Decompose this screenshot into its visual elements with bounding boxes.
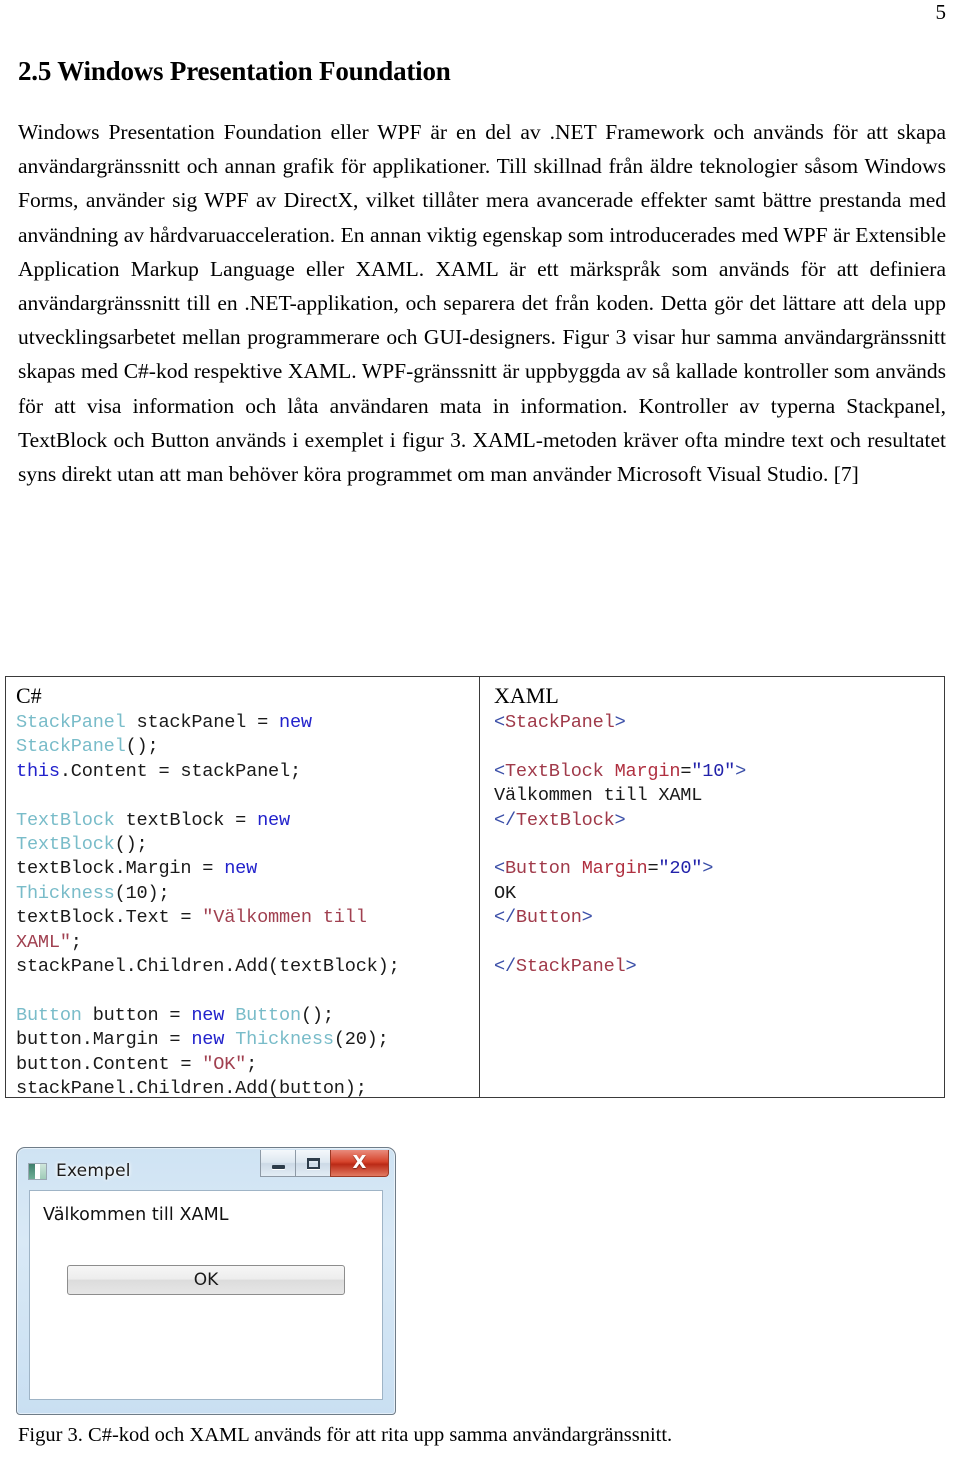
code-lang-label-csharp: C# — [16, 683, 42, 708]
body-paragraph: Windows Presentation Foundation eller WP… — [18, 120, 946, 487]
code-block-xaml: <StackPanel> <TextBlock Margin="10"> Väl… — [494, 712, 747, 978]
close-icon: X — [352, 1152, 367, 1173]
minimize-button[interactable] — [260, 1150, 296, 1177]
maximize-icon — [306, 1157, 320, 1169]
ok-button[interactable]: OK — [67, 1265, 345, 1295]
page-number: 5 — [935, 0, 947, 24]
app-icon — [28, 1162, 47, 1180]
code-comparison-table: C# StackPanel stackPanel = new StackPane… — [5, 676, 945, 1098]
maximize-button[interactable] — [295, 1150, 331, 1177]
minimize-icon — [271, 1164, 285, 1169]
page-title: 2.5 Windows Presentation Foundation — [18, 56, 451, 86]
window-title: Exempel — [56, 1161, 131, 1181]
code-cell-csharp: C# StackPanel stackPanel = new StackPane… — [6, 677, 480, 1097]
example-app-window: Exempel X Välkommen till XAML OK — [16, 1147, 396, 1415]
window-client-area: Välkommen till XAML OK — [29, 1190, 383, 1400]
code-lang-label-xaml: XAML — [494, 683, 559, 708]
code-cell-xaml: XAML <StackPanel> <TextBlock Margin="10"… — [480, 677, 944, 1097]
close-button[interactable]: X — [330, 1150, 389, 1177]
window-controls: X — [260, 1150, 389, 1177]
window-textblock: Välkommen till XAML — [43, 1205, 229, 1225]
code-block-csharp: StackPanel stackPanel = new StackPanel()… — [16, 712, 400, 1097]
document-content: 2.5 Windows Presentation Foundation Wind… — [18, 56, 946, 491]
window-titlebar: Exempel X — [23, 1150, 389, 1188]
figure-caption: Figur 3. C#-kod och XAML används för att… — [18, 1424, 673, 1446]
